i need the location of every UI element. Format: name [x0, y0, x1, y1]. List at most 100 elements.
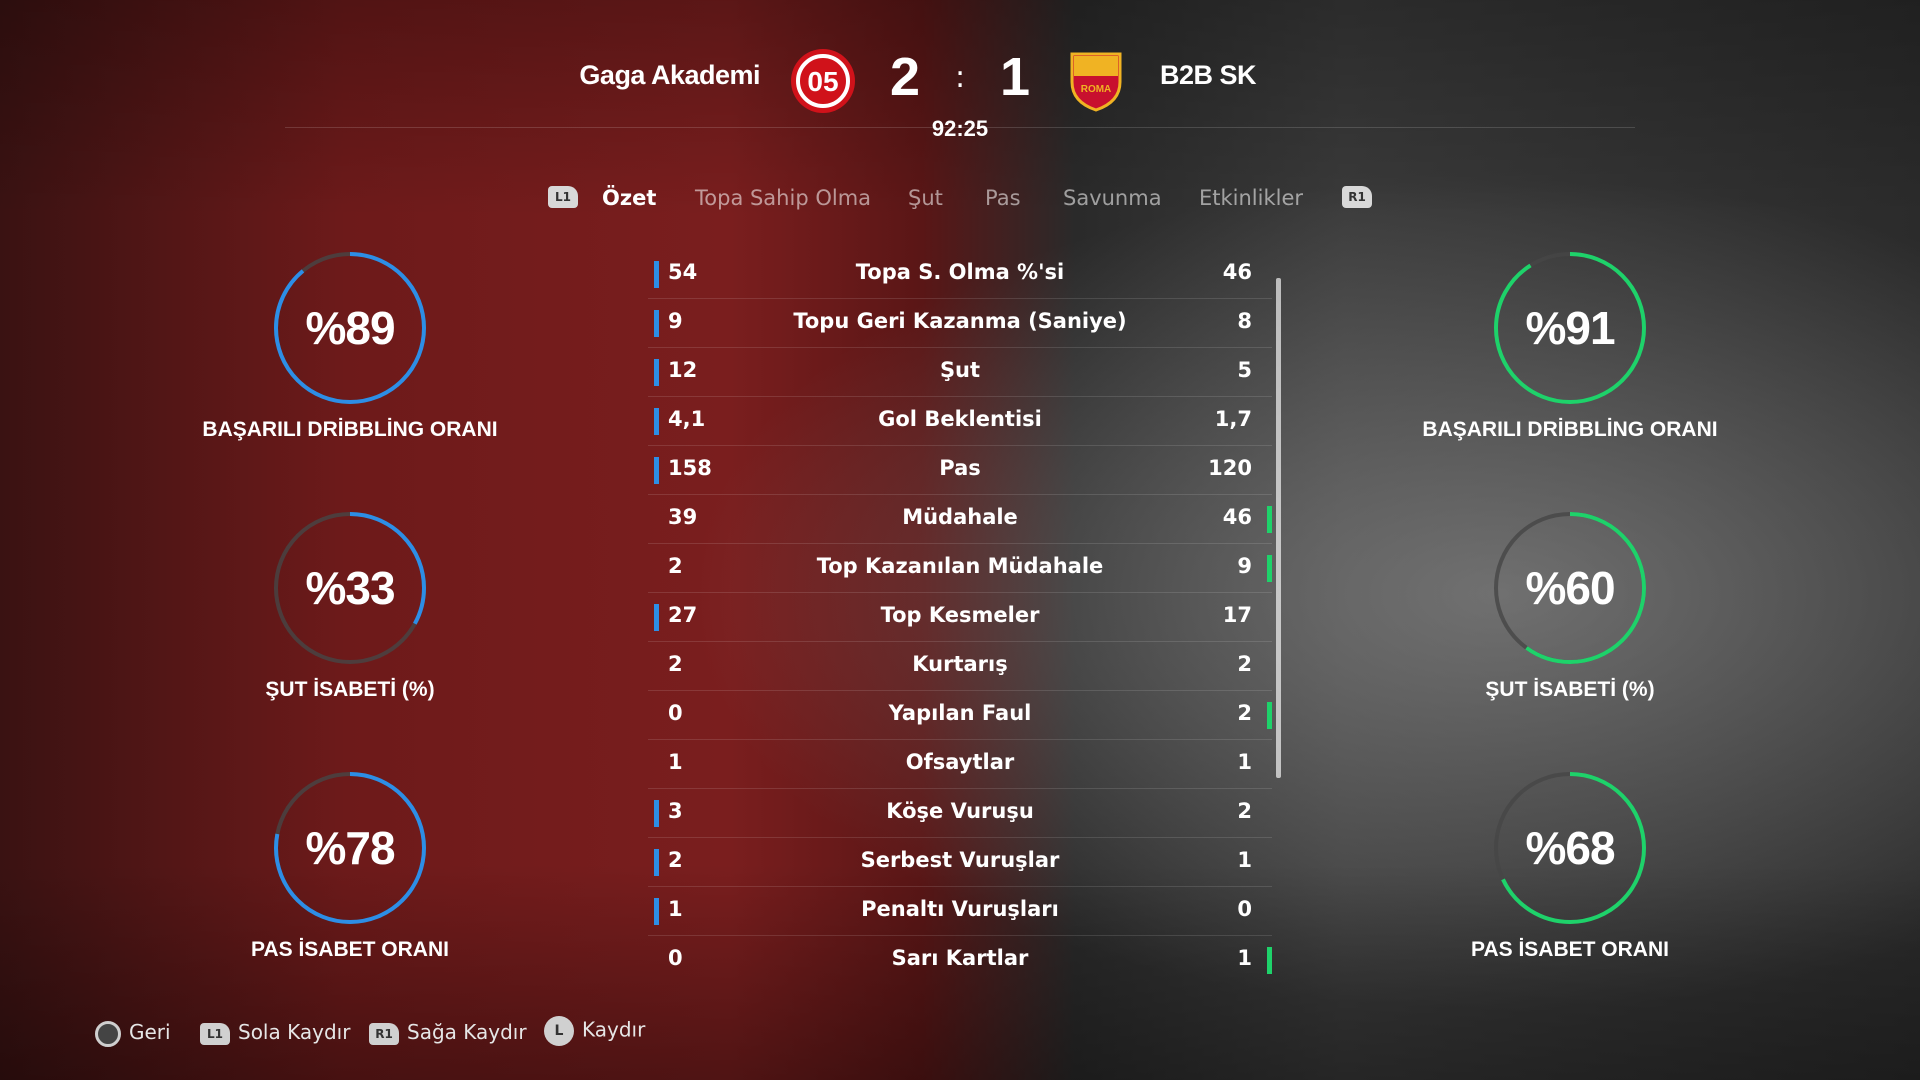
stat-row: 27 Top Kesmeler 17 [648, 593, 1272, 642]
stat-label: Topu Geri Kazanma (Saniye) [793, 309, 1127, 333]
away-value: 1 [1237, 946, 1252, 970]
ring-value: %60 [1525, 562, 1615, 614]
away-value: 5 [1237, 358, 1252, 382]
away-leader-bar [1267, 702, 1272, 729]
away-leader-bar [1267, 555, 1272, 582]
tab-savunma[interactable]: Savunma [1063, 186, 1162, 210]
tab-etkinlikler[interactable]: Etkinlikler [1199, 186, 1303, 210]
stat-row: 0 Yapılan Faul 2 [648, 691, 1272, 740]
stat-row: 2 Serbest Vuruşlar 1 [648, 838, 1272, 887]
scoreboard-header: Gaga Akademi 05 2 : 1 ROMA B2B SK 92:25 [0, 40, 1920, 150]
stat-row: 2 Top Kazanılan Müdahale 9 [648, 544, 1272, 593]
ring-graphic: %68 [1492, 770, 1648, 926]
scroll-right-prompt[interactable]: R1 Sağa Kaydır [369, 1020, 527, 1045]
away-team-crest-icon: ROMA [1070, 48, 1122, 112]
tab-pas[interactable]: Pas [985, 186, 1021, 210]
stat-row: 54 Topa S. Olma %'si 46 [648, 250, 1272, 299]
ring-value: %68 [1525, 822, 1615, 874]
scroll-prompt[interactable]: L Kaydır [544, 1016, 645, 1046]
circle-button-icon [95, 1020, 121, 1047]
away-value: 46 [1222, 260, 1252, 284]
l1-button-icon: L1 [200, 1022, 230, 1045]
away-leader-bar [1267, 506, 1272, 533]
tab-bar: L1 Özet Topa Sahip Olma Şut Pas Savunma … [0, 182, 1920, 218]
scroll-left-prompt[interactable]: L1 Sola Kaydır [200, 1020, 350, 1045]
away-value: 2 [1237, 652, 1252, 676]
away-value: 17 [1222, 603, 1252, 627]
stat-label: Top Kesmeler [880, 603, 1040, 627]
ring-value: %91 [1525, 302, 1615, 354]
tab-topa-sahip-olma[interactable]: Topa Sahip Olma [695, 186, 871, 210]
stat-label: Gol Beklentisi [878, 407, 1042, 431]
ring-value: %89 [305, 302, 395, 354]
stat-row: 39 Müdahale 46 [648, 495, 1272, 544]
away-ring-shot-accuracy: %60 ŞUT İSABETİ (%) [1420, 510, 1720, 702]
header-divider [285, 127, 1635, 128]
stat-label: Köşe Vuruşu [886, 799, 1034, 823]
stats-scrollbar[interactable] [1276, 278, 1281, 778]
score-separator: : [954, 60, 966, 95]
home-crest-text: 05 [807, 66, 838, 97]
home-ring-pass-accuracy: %78 PAS İSABET ORANI [200, 770, 500, 962]
r1-button-icon: R1 [369, 1022, 399, 1045]
away-value: 46 [1222, 505, 1252, 529]
ring-label: PAS İSABET ORANI [1471, 938, 1669, 961]
tab-sut[interactable]: Şut [908, 186, 943, 210]
ring-value: %78 [305, 822, 395, 874]
stat-label: Top Kazanılan Müdahale [816, 554, 1104, 578]
ring-label: BAŞARILI DRİBBLİNG ORANI [1422, 418, 1718, 441]
stat-row: 2 Kurtarış 2 [648, 642, 1272, 691]
away-ring-dribbling: %91 BAŞARILI DRİBBLİNG ORANI [1420, 250, 1720, 442]
away-value: 2 [1237, 799, 1252, 823]
stat-label: Penaltı Vuruşları [861, 897, 1059, 921]
ring-label: ŞUT İSABETİ (%) [1485, 678, 1655, 701]
match-clock: 92:25 [931, 116, 989, 141]
stat-label: Şut [939, 358, 981, 382]
home-team-name: Gaga Akademi [579, 60, 760, 90]
home-ring-shot-accuracy: %33 ŞUT İSABETİ (%) [200, 510, 500, 702]
ring-label: ŞUT İSABETİ (%) [265, 678, 435, 701]
ring-graphic: %89 [272, 250, 428, 406]
away-value: 1 [1237, 848, 1252, 872]
r1-bumper-icon[interactable]: R1 [1342, 186, 1372, 208]
stat-label: Ofsaytlar [905, 750, 1015, 774]
stat-label: Sarı Kartlar [891, 946, 1029, 970]
home-team-crest-icon: 05 [790, 48, 856, 114]
ring-value: %33 [305, 562, 395, 614]
away-score: 1 [999, 47, 1031, 107]
away-value: 2 [1237, 701, 1252, 725]
away-value: 1 [1237, 750, 1252, 774]
stat-row: 3 Köşe Vuruşu 2 [648, 789, 1272, 838]
away-value: 120 [1208, 456, 1252, 480]
stat-label: Pas [939, 456, 981, 480]
stat-row: 0 Sarı Kartlar 1 [648, 936, 1272, 984]
away-crest-text: ROMA [1081, 84, 1112, 95]
ring-graphic: %33 [272, 510, 428, 666]
back-prompt[interactable]: Geri [95, 1020, 171, 1047]
away-team-name: B2B SK [1160, 60, 1257, 90]
away-value: 9 [1237, 554, 1252, 578]
stat-label: Yapılan Faul [888, 701, 1032, 725]
stat-label: Topa S. Olma %'si [855, 260, 1065, 284]
stat-label: Kurtarış [912, 652, 1008, 676]
ring-label: BAŞARILI DRİBBLİNG ORANI [202, 418, 498, 441]
stat-label: Serbest Vuruşlar [860, 848, 1060, 872]
stat-row: 4,1 Gol Beklentisi 1,7 [648, 397, 1272, 446]
stats-table: 54 Topa S. Olma %'si 46 9 Topu Geri Kazanma… [648, 250, 1272, 984]
away-ring-pass-accuracy: %68 PAS İSABET ORANI [1420, 770, 1720, 962]
tab-ozet[interactable]: Özet [602, 186, 656, 210]
home-ring-dribbling: %89 BAŞARILI DRİBBLİNG ORANI [200, 250, 500, 442]
stat-row: 9 Topu Geri Kazanma (Saniye) 8 [648, 299, 1272, 348]
away-value: 1,7 [1214, 407, 1252, 431]
stat-row: 12 Şut 5 [648, 348, 1272, 397]
ring-label: PAS İSABET ORANI [251, 938, 449, 961]
scroll-right-label: Sağa Kaydır [407, 1020, 527, 1044]
ring-graphic: %91 [1492, 250, 1648, 406]
stat-row: 1 Ofsaytlar 1 [648, 740, 1272, 789]
ring-graphic: %78 [272, 770, 428, 926]
back-label: Geri [129, 1020, 171, 1044]
l1-bumper-icon[interactable]: L1 [548, 186, 578, 208]
away-value: 0 [1237, 897, 1252, 921]
stat-row: 1 Penaltı Vuruşları 0 [648, 887, 1272, 936]
stat-label: Müdahale [902, 505, 1018, 529]
